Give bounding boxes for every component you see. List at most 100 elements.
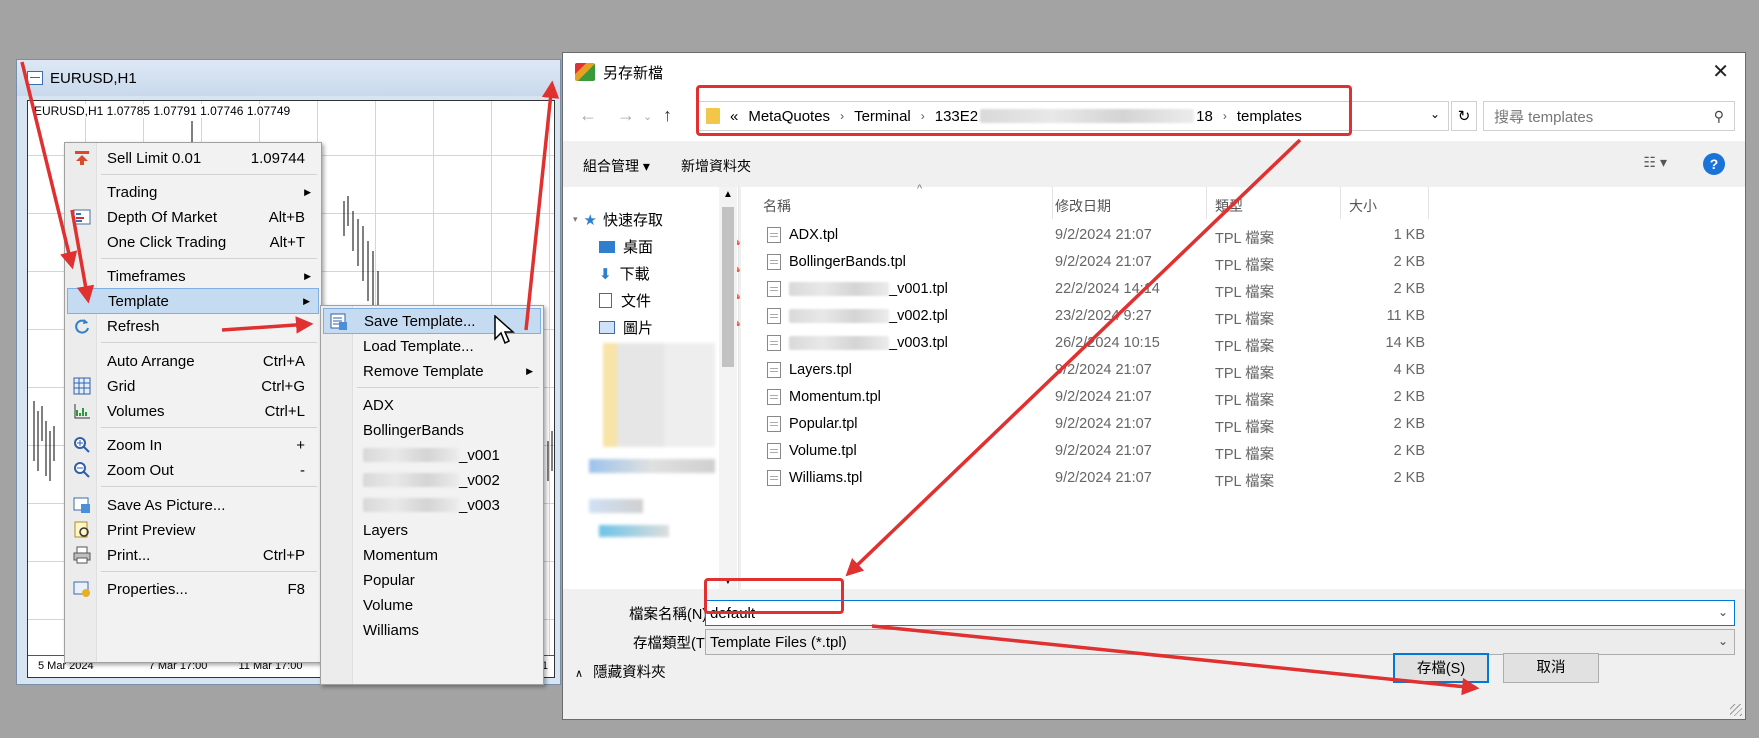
redacted-folders xyxy=(603,343,715,447)
annotation-path-highlight xyxy=(696,85,1352,136)
scroll-up-icon[interactable]: ▲ xyxy=(723,189,733,200)
nav-quick-access[interactable]: ▾ ★ 快速存取 xyxy=(573,209,663,230)
forward-arrow-icon[interactable]: → xyxy=(617,105,635,126)
chart-titlebar[interactable]: EURUSD,H1 xyxy=(17,60,560,96)
file-row[interactable]: Layers.tpl 9/2/2024 21:07 TPL 檔案 4 KB xyxy=(741,358,1425,384)
menu-item-auto-arrange[interactable]: Auto Arrange Ctrl+A xyxy=(67,348,319,374)
menu-separator xyxy=(357,387,539,388)
tpl-file-icon xyxy=(767,470,781,486)
menu-item-trading[interactable]: Trading ▶ xyxy=(67,179,319,205)
menu-item-template-williams[interactable]: Williams xyxy=(323,617,541,643)
menu-item-save-as-picture[interactable]: Save As Picture... xyxy=(67,492,319,518)
properties-icon xyxy=(73,581,90,597)
chevron-down-icon[interactable]: ⌄ xyxy=(1430,107,1440,121)
column-header-date[interactable]: 修改日期 xyxy=(1047,187,1207,219)
menu-item-zoom-out[interactable]: Zoom Out - xyxy=(67,457,319,483)
filetype-label: 存檔類型(T): xyxy=(633,636,714,652)
hide-folders-toggle[interactable]: ∧ 隱藏資料夾 xyxy=(575,661,666,682)
chevron-up-icon: ∧ xyxy=(575,668,584,680)
redacted-text xyxy=(363,448,459,462)
menu-item-depth-of-market[interactable]: Depth Of Market Alt+B xyxy=(67,204,319,230)
menu-item-volumes[interactable]: Volumes Ctrl+L xyxy=(67,398,319,424)
column-header-name[interactable]: 名稱 ^ xyxy=(755,183,1053,219)
save-button[interactable]: 存檔(S) xyxy=(1393,653,1489,683)
file-row[interactable]: _v001.tpl 22/2/2024 14:14 TPL 檔案 2 KB xyxy=(741,277,1425,303)
metatrader-logo-icon xyxy=(575,63,595,81)
tpl-file-icon xyxy=(767,227,781,243)
save-picture-icon xyxy=(73,497,90,513)
organize-button[interactable]: 組合管理 ▾ xyxy=(583,156,650,176)
menu-separator xyxy=(101,427,317,428)
file-row[interactable]: BollingerBands.tpl 9/2/2024 21:07 TPL 檔案… xyxy=(741,250,1425,276)
file-row[interactable]: Williams.tpl 9/2/2024 21:07 TPL 檔案 2 KB xyxy=(741,466,1425,492)
tpl-file-icon xyxy=(767,443,781,459)
save-as-dialog: 另存新檔 ✕ ← → ⌄ ↑ « MetaQuotes › Terminal ›… xyxy=(562,52,1746,720)
help-icon[interactable]: ? xyxy=(1703,153,1725,175)
menu-item-template-v003[interactable]: _v003 xyxy=(323,492,541,518)
close-icon[interactable]: ✕ xyxy=(1712,59,1729,84)
template-submenu: Save Template... Load Template... Remove… xyxy=(320,305,544,685)
menu-item-template[interactable]: Template ▶ xyxy=(67,288,319,314)
menu-item-template-volume[interactable]: Volume xyxy=(323,592,541,618)
sell-arrow-icon xyxy=(75,151,89,165)
recent-dropdown-icon[interactable]: ⌄ xyxy=(643,110,652,123)
file-row[interactable]: _v002.tpl 23/2/2024 9:27 TPL 檔案 11 KB xyxy=(741,304,1425,330)
tpl-file-icon xyxy=(767,389,781,405)
file-row[interactable]: Momentum.tpl 9/2/2024 21:07 TPL 檔案 2 KB xyxy=(741,385,1425,411)
refresh-button[interactable]: ↻ xyxy=(1451,101,1477,131)
annotation-filename-highlight xyxy=(704,578,844,614)
menu-item-template-v001[interactable]: _v001 xyxy=(323,442,541,468)
cancel-button[interactable]: 取消 xyxy=(1503,653,1599,683)
menu-item-properties[interactable]: Properties... F8 xyxy=(67,576,319,602)
redacted-text xyxy=(789,336,889,351)
menu-item-refresh[interactable]: Refresh xyxy=(67,313,319,339)
dialog-title: 另存新檔 xyxy=(603,64,664,82)
up-arrow-icon[interactable]: ↑ xyxy=(663,105,672,126)
file-row[interactable]: _v003.tpl 26/2/2024 10:15 TPL 檔案 14 KB xyxy=(741,331,1425,357)
chevron-down-icon[interactable]: ⌄ xyxy=(1718,605,1728,619)
menu-item-template-momentum[interactable]: Momentum xyxy=(323,542,541,568)
scroll-thumb[interactable] xyxy=(722,207,734,367)
menu-item-zoom-in[interactable]: Zoom In + xyxy=(67,432,319,458)
menu-item-template-bollinger[interactable]: BollingerBands xyxy=(323,417,541,443)
chart-context-menu: Sell Limit 0.01 1.09744 Trading ▶ Depth … xyxy=(64,142,322,663)
menu-item-template-adx[interactable]: ADX xyxy=(323,392,541,418)
file-row[interactable]: Volume.tpl 9/2/2024 21:07 TPL 檔案 2 KB xyxy=(741,439,1425,465)
column-header-type[interactable]: 類型 xyxy=(1207,187,1341,219)
menu-item-print-preview[interactable]: Print Preview xyxy=(67,517,319,543)
volumes-icon xyxy=(74,404,90,419)
menu-item-sell-limit[interactable]: Sell Limit 0.01 1.09744 xyxy=(67,145,319,171)
search-icon: ⚲ xyxy=(1713,108,1724,124)
file-row[interactable]: Popular.tpl 9/2/2024 21:07 TPL 檔案 2 KB xyxy=(741,412,1425,438)
column-header-size[interactable]: 大小 xyxy=(1341,187,1429,219)
redacted-item xyxy=(599,525,669,537)
search-input[interactable]: 搜尋 templates ⚲ xyxy=(1483,101,1735,131)
menu-separator xyxy=(101,258,317,259)
tpl-file-icon xyxy=(767,308,781,324)
menu-item-timeframes[interactable]: Timeframes ▶ xyxy=(67,263,319,289)
menu-item-template-v002[interactable]: _v002 xyxy=(323,467,541,493)
filename-input[interactable]: default ⌄ xyxy=(705,600,1735,626)
filetype-select[interactable]: Template Files (*.tpl) ⌄ xyxy=(705,629,1735,655)
file-list: 名稱 ^ 修改日期 類型 大小 ADX.tpl 9/2/2024 21:07 T… xyxy=(741,183,1745,589)
back-arrow-icon[interactable]: ← xyxy=(579,105,597,126)
menu-item-one-click-trading[interactable]: One Click Trading Alt+T xyxy=(67,229,319,255)
submenu-arrow-icon: ▶ xyxy=(303,295,310,306)
resize-grip[interactable] xyxy=(1730,704,1742,716)
zoom-in-icon xyxy=(74,437,90,453)
filename-label: 檔案名稱(N): xyxy=(629,607,712,623)
chart-price-info: EURUSD,H1 1.07785 1.07791 1.07746 1.0774… xyxy=(34,104,295,118)
menu-item-template-popular[interactable]: Popular xyxy=(323,567,541,593)
new-folder-button[interactable]: 新增資料夾 xyxy=(681,156,751,176)
tpl-file-icon xyxy=(767,254,781,270)
nav-scrollbar[interactable]: ▲ ▼ xyxy=(719,187,737,589)
redacted-item xyxy=(589,499,643,513)
file-row[interactable]: ADX.tpl 9/2/2024 21:07 TPL 檔案 1 KB xyxy=(741,223,1425,249)
menu-item-template-layers[interactable]: Layers xyxy=(323,517,541,543)
menu-item-remove-template[interactable]: Remove Template ▶ xyxy=(323,358,541,384)
submenu-arrow-icon: ▶ xyxy=(304,186,311,197)
view-options-icon[interactable]: ☷ ▾ xyxy=(1644,154,1667,171)
menu-item-grid[interactable]: Grid Ctrl+G xyxy=(67,373,319,399)
chart-window-icon xyxy=(27,71,43,85)
menu-item-print[interactable]: Print... Ctrl+P xyxy=(67,542,319,568)
